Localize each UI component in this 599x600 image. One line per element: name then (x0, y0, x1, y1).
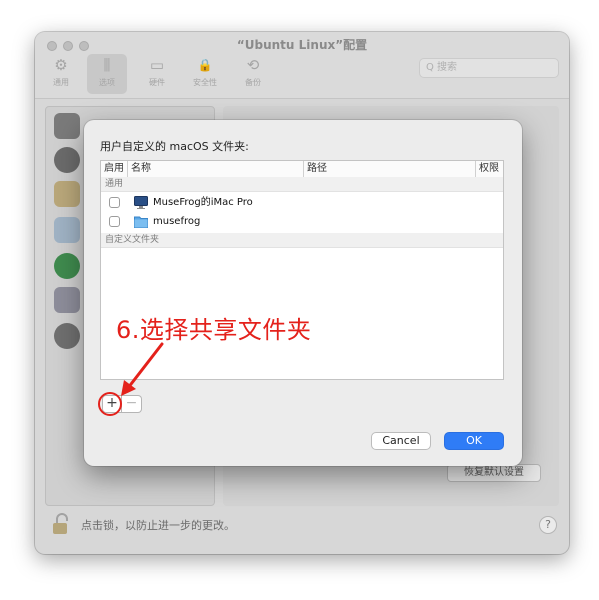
annotation-arrow-icon (121, 342, 164, 396)
